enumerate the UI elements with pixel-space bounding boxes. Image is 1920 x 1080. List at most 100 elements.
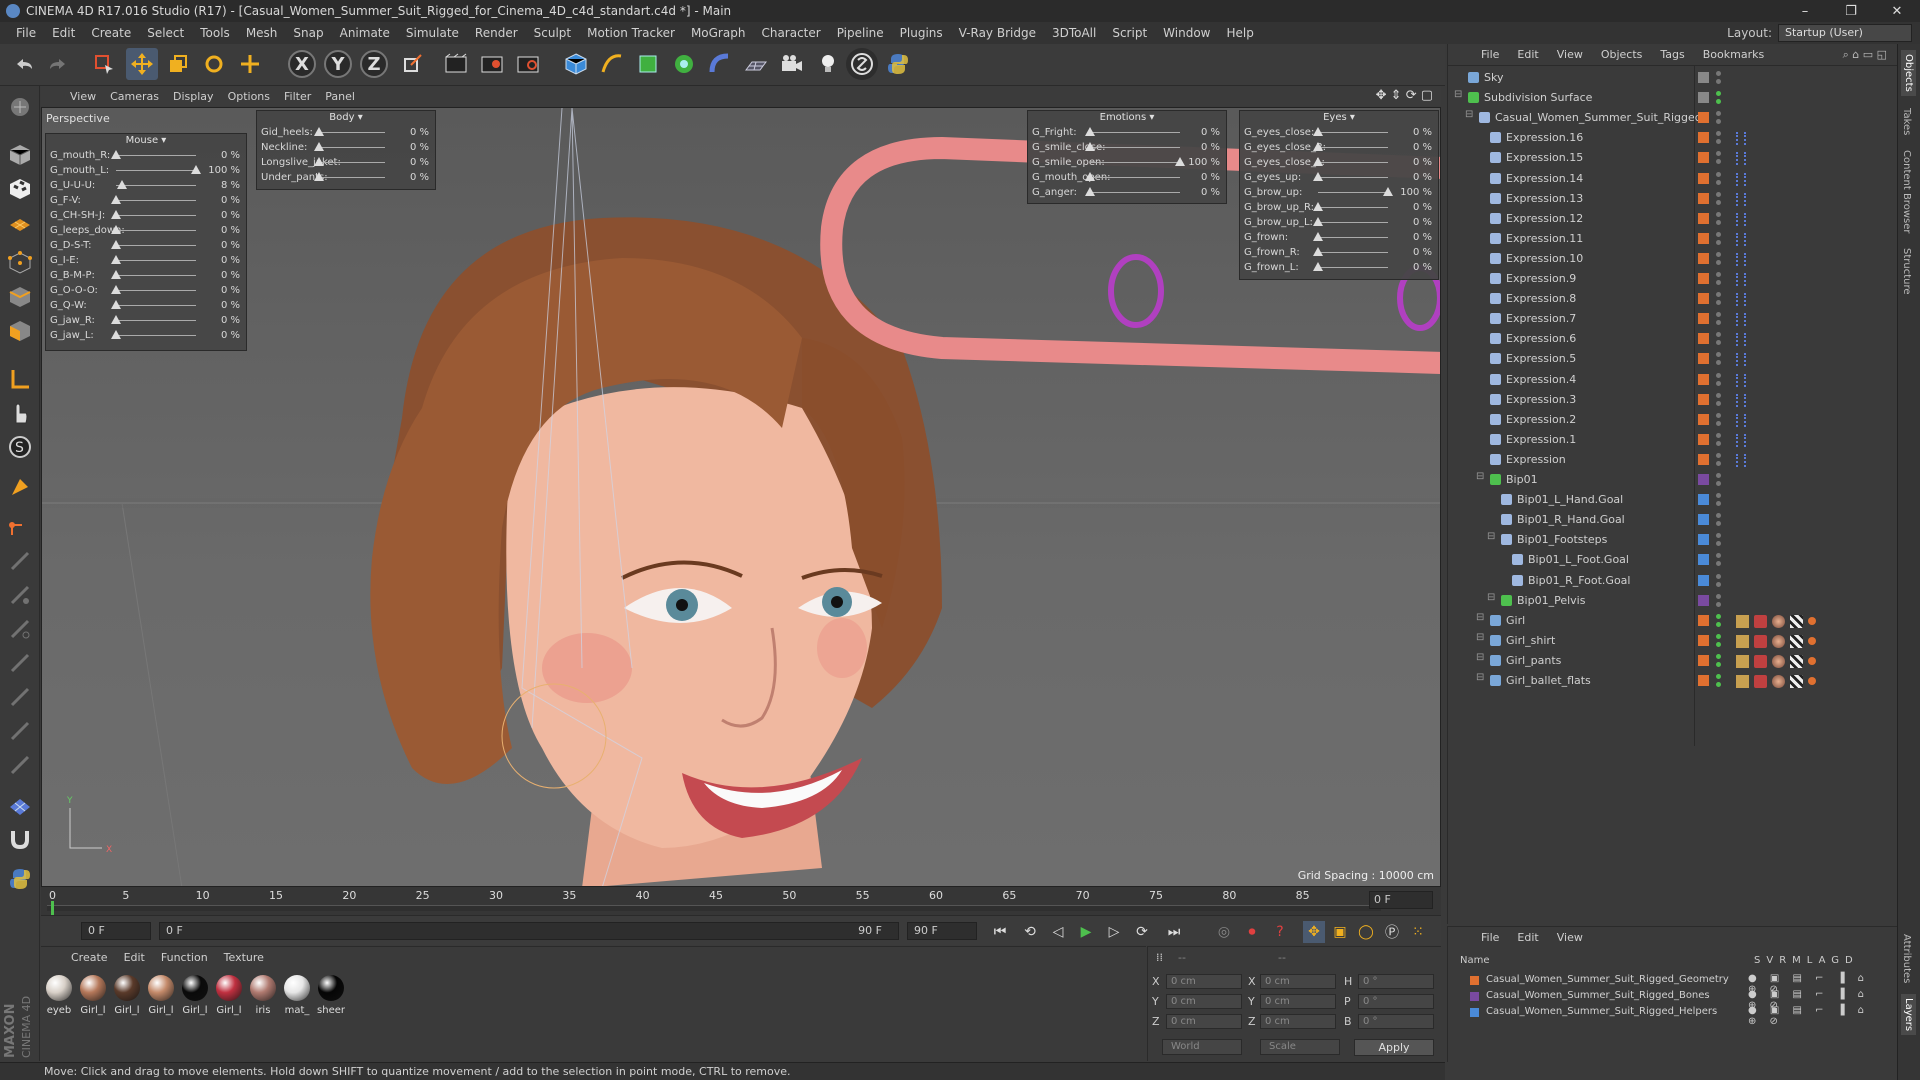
menu-tools[interactable]: Tools bbox=[192, 26, 238, 40]
render-visibility-dot[interactable] bbox=[1716, 420, 1721, 426]
layer-name[interactable]: Casual_Women_Summer_Suit_Rigged_Helpers bbox=[1486, 1006, 1717, 1017]
preview-range-slider[interactable]: 0 F 90 F bbox=[159, 922, 899, 940]
object-row[interactable]: Expression.8 bbox=[1448, 289, 1898, 309]
layer-color-swatch[interactable] bbox=[1698, 192, 1709, 204]
layer-color-swatch[interactable] bbox=[1698, 594, 1709, 606]
object-row[interactable]: Bip01_R_Foot.Goal bbox=[1448, 571, 1898, 591]
render-visibility-dot[interactable] bbox=[1716, 139, 1721, 145]
y-axis-lock-button[interactable]: Y bbox=[324, 50, 352, 78]
slider-track[interactable] bbox=[116, 155, 196, 156]
slider-row[interactable]: G_brow_up_L: 0 % bbox=[1240, 215, 1438, 230]
object-name[interactable]: Subdivision Surface bbox=[1484, 91, 1592, 104]
layer-color-swatch[interactable] bbox=[1698, 675, 1709, 686]
tab-content-browser[interactable]: Content Browser bbox=[1901, 150, 1912, 233]
size-x-field[interactable]: 0 cm bbox=[1260, 974, 1336, 989]
pose-morph-tag-icon[interactable] bbox=[1808, 616, 1816, 625]
layer-color-swatch[interactable] bbox=[1698, 514, 1709, 526]
slider-track[interactable] bbox=[1318, 177, 1388, 178]
slider-row[interactable]: G_frown_L: 0 % bbox=[1240, 260, 1438, 275]
object-name[interactable]: Bip01 bbox=[1506, 473, 1538, 486]
layer-color-swatch[interactable] bbox=[1698, 252, 1709, 264]
pos-x-field[interactable]: 0 cm bbox=[1166, 974, 1242, 989]
slider-handle[interactable] bbox=[1313, 247, 1323, 256]
deformer-bend-icon[interactable] bbox=[704, 48, 736, 80]
start-frame-field[interactable]: 0 F bbox=[81, 922, 151, 940]
layer-color-swatch[interactable] bbox=[1698, 433, 1709, 445]
slider-row[interactable]: G_mouth_R: 0 % bbox=[46, 148, 246, 163]
editor-visibility-dot[interactable] bbox=[1716, 553, 1721, 559]
material-swatch[interactable]: Girl_l bbox=[181, 975, 209, 1016]
render-visibility-dot[interactable] bbox=[1716, 360, 1721, 366]
xpresso-tag-icon[interactable] bbox=[1736, 132, 1746, 146]
object-name[interactable]: Expression.4 bbox=[1506, 373, 1576, 386]
slider-row[interactable]: G_frown: 0 % bbox=[1240, 230, 1438, 245]
slider-handle[interactable] bbox=[1085, 172, 1095, 181]
material-swatch[interactable]: iris bbox=[249, 975, 277, 1016]
render-visibility-dot[interactable] bbox=[1716, 641, 1721, 647]
slider-track[interactable] bbox=[1090, 162, 1180, 163]
slider-handle[interactable] bbox=[111, 270, 121, 279]
slider-handle[interactable] bbox=[191, 165, 201, 174]
layer-color-swatch[interactable] bbox=[1698, 353, 1709, 365]
slider-handle[interactable] bbox=[1085, 187, 1095, 196]
layer-color-swatch[interactable] bbox=[1698, 413, 1709, 425]
editor-visibility-dot[interactable] bbox=[1716, 412, 1721, 418]
go-to-start-icon[interactable]: ⏮ bbox=[989, 921, 1011, 943]
layer-color-swatch[interactable] bbox=[1698, 313, 1709, 325]
layer-name[interactable]: Casual_Women_Summer_Suit_Rigged_Geometry bbox=[1486, 974, 1729, 985]
xpresso-tag-icon[interactable] bbox=[1736, 293, 1746, 307]
slider-track[interactable] bbox=[1318, 192, 1388, 193]
paint-tool-icon[interactable] bbox=[4, 472, 36, 502]
weight-tag-icon[interactable] bbox=[1736, 614, 1749, 628]
object-name[interactable]: Bip01_Pelvis bbox=[1517, 594, 1585, 607]
viewport-menu-filter[interactable]: Filter bbox=[277, 90, 318, 103]
slider-row[interactable]: G_brow_up: 100 % bbox=[1240, 185, 1438, 200]
slider-handle[interactable] bbox=[111, 315, 121, 324]
editor-visibility-dot[interactable] bbox=[1716, 191, 1721, 197]
layer-color-swatch[interactable] bbox=[1470, 1008, 1479, 1017]
material-tag-icon[interactable] bbox=[1772, 654, 1785, 668]
object-name[interactable]: Bip01_R_Hand.Goal bbox=[1517, 513, 1625, 526]
render-visibility-dot[interactable] bbox=[1716, 99, 1721, 105]
render-visibility-dot[interactable] bbox=[1716, 521, 1721, 527]
slider-track[interactable] bbox=[1090, 147, 1180, 148]
pose-morph-tag-icon[interactable] bbox=[1808, 656, 1816, 665]
material-tag-icon[interactable] bbox=[1772, 614, 1785, 628]
editor-visibility-dot[interactable] bbox=[1716, 473, 1721, 478]
object-name[interactable]: Sky bbox=[1484, 71, 1503, 84]
viewport-menu-options[interactable]: Options bbox=[221, 90, 277, 103]
slider-track[interactable] bbox=[116, 230, 196, 231]
object-name[interactable]: Bip01_R_Foot.Goal bbox=[1528, 574, 1630, 587]
render-visibility-dot[interactable] bbox=[1716, 661, 1721, 667]
menu-select[interactable]: Select bbox=[139, 26, 192, 40]
end-frame-field[interactable]: 90 F bbox=[907, 922, 977, 940]
size-y-field[interactable]: 0 cm bbox=[1260, 994, 1336, 1009]
render-visibility-dot[interactable] bbox=[1716, 380, 1721, 386]
layer-color-swatch[interactable] bbox=[1698, 453, 1709, 465]
cube-primitive-icon[interactable] bbox=[560, 48, 592, 80]
layer-color-swatch[interactable] bbox=[1698, 132, 1709, 144]
pos-z-field[interactable]: 0 cm bbox=[1166, 1014, 1242, 1029]
layer-color-swatch[interactable] bbox=[1698, 654, 1709, 666]
material-swatch[interactable]: sheer bbox=[317, 975, 345, 1016]
keyframe-selection-icon[interactable]: ? bbox=[1269, 921, 1291, 943]
slider-row[interactable]: G_smile_open: 100 % bbox=[1028, 155, 1226, 170]
slider-row[interactable]: G_F-V: 0 % bbox=[46, 193, 246, 208]
object-name[interactable]: Expression.15 bbox=[1506, 151, 1583, 164]
editor-visibility-dot[interactable] bbox=[1716, 251, 1721, 257]
menu-simulate[interactable]: Simulate bbox=[398, 26, 467, 40]
recent-tool-icon[interactable] bbox=[234, 48, 266, 80]
object-name[interactable]: Bip01_L_Foot.Goal bbox=[1528, 553, 1629, 566]
weight-tag-icon[interactable] bbox=[1736, 634, 1749, 648]
layer-color-swatch[interactable] bbox=[1698, 212, 1709, 224]
editor-visibility-dot[interactable] bbox=[1716, 292, 1721, 298]
weight-tag-icon[interactable] bbox=[1736, 654, 1749, 668]
material-swatch[interactable]: mat_ bbox=[283, 975, 311, 1016]
editor-visibility-dot[interactable] bbox=[1716, 111, 1721, 117]
render-visibility-dot[interactable] bbox=[1716, 541, 1721, 547]
slider-handle[interactable] bbox=[111, 240, 121, 249]
slider-handle[interactable] bbox=[1313, 217, 1323, 226]
xpresso-tag-icon[interactable] bbox=[1736, 453, 1746, 467]
emotions-panel-title[interactable]: Emotions ▾ bbox=[1028, 111, 1226, 125]
slider-row[interactable]: G_U-U-U: 8 % bbox=[46, 178, 246, 193]
